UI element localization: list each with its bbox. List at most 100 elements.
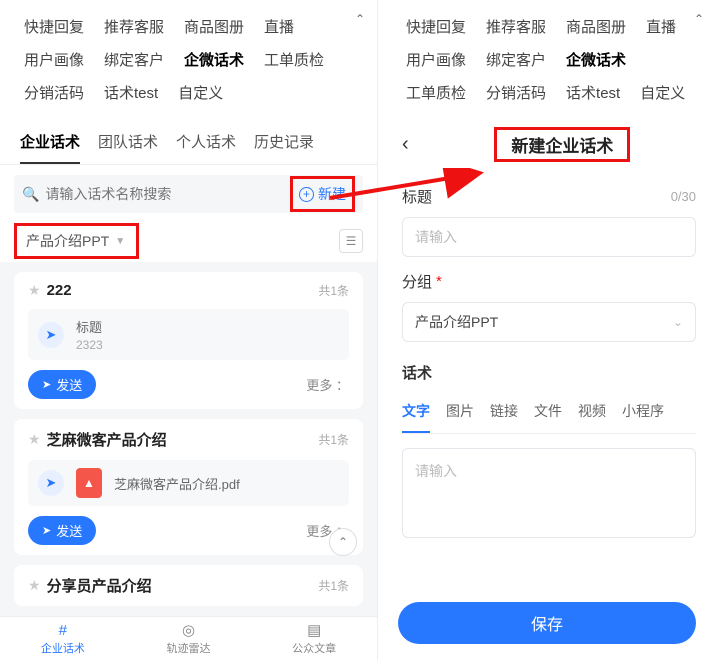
attachment-title: 芝麻微客产品介绍.pdf — [114, 474, 240, 493]
card-count: 共1条 — [318, 282, 349, 299]
highlight-new-button: + 新建 — [290, 176, 355, 212]
topnav-product-pics[interactable]: 商品图册 — [174, 10, 254, 43]
script-tab-image[interactable]: 图片 — [446, 395, 474, 433]
topnav-recommend[interactable]: 推荐客服 — [94, 10, 174, 43]
search-row: 🔍 + 新建 — [14, 175, 363, 213]
topnav-script-test[interactable]: 话术test — [94, 76, 168, 109]
attachment-sub: 2323 — [76, 338, 103, 352]
pdf-icon: ▲ — [76, 468, 102, 498]
topnav-custom[interactable]: 自定义 — [630, 76, 695, 109]
search-input[interactable] — [45, 186, 290, 202]
card-title: 芝麻微客产品介绍 — [47, 429, 319, 450]
save-button[interactable]: 保存 — [398, 602, 696, 644]
send-button[interactable]: ➤ 发送 — [28, 516, 96, 545]
topnav-script-test[interactable]: 话术test — [556, 76, 630, 109]
form-title: 新建企业话术 — [505, 134, 619, 159]
send-plane-icon: ➤ — [42, 378, 51, 391]
collapse-icon[interactable]: ⌃ — [355, 12, 365, 26]
highlight-form-title: 新建企业话术 — [494, 127, 630, 162]
bottom-track-radar[interactable]: ◎ 轨迹雷达 — [126, 617, 252, 660]
star-icon[interactable]: ★ — [28, 431, 41, 448]
topnav-distribution-code[interactable]: 分销活码 — [14, 76, 94, 109]
topnav-right: ⌃ 快捷回复 推荐客服 商品图册 直播 用户画像 绑定客户 企微话术 工单质检 … — [382, 0, 716, 113]
script-label: 话术 — [402, 362, 432, 383]
script-card: ★ 222 共1条 ➤ 标题 2323 ➤ 发送 更多 ： — [14, 272, 363, 409]
group-label: 分组 — [402, 271, 432, 292]
send-label: 发送 — [56, 375, 82, 394]
bottom-label: 轨迹雷达 — [167, 640, 211, 656]
title-counter: 0/30 — [671, 189, 696, 204]
form-header: ‹ 新建企业话术 — [382, 113, 716, 172]
send-plane-icon: ➤ — [38, 470, 64, 496]
script-tab-file[interactable]: 文件 — [534, 395, 562, 433]
topnav-live[interactable]: 直播 — [636, 10, 686, 43]
topnav-bind-customer[interactable]: 绑定客户 — [94, 43, 174, 76]
topnav-qiwei-script[interactable]: 企微话术 — [556, 43, 636, 76]
topnav-quick-reply[interactable]: 快捷回复 — [396, 10, 476, 43]
back-button[interactable]: ‹ — [402, 133, 429, 156]
attachment-title: 标题 — [76, 317, 103, 336]
script-content-input[interactable]: 请输入 — [402, 448, 696, 538]
title-label-row: 标题 0/30 — [402, 186, 696, 207]
title-label: 标题 — [402, 186, 432, 207]
new-button[interactable]: + 新建 — [295, 181, 350, 207]
new-button-label: 新建 — [318, 184, 346, 204]
star-icon[interactable]: ★ — [28, 282, 41, 299]
script-tab-link[interactable]: 链接 — [490, 395, 518, 433]
search-icon: 🔍 — [22, 186, 39, 203]
bottom-label: 公众文章 — [292, 640, 336, 656]
attachment[interactable]: ➤ ▲ 芝麻微客产品介绍.pdf — [28, 460, 349, 506]
send-button[interactable]: ➤ 发送 — [28, 370, 96, 399]
topnav-live[interactable]: 直播 — [254, 10, 304, 43]
title-placeholder: 请输入 — [415, 227, 457, 247]
chevron-down-icon: ▼ — [115, 236, 125, 247]
script-tab-video[interactable]: 视频 — [578, 395, 606, 433]
bottom-enterprise-script[interactable]: # 企业话术 — [0, 617, 126, 660]
topnav-user-portrait[interactable]: 用户画像 — [396, 43, 476, 76]
send-plane-icon: ➤ — [42, 524, 51, 537]
list-view-toggle[interactable]: ☰ — [339, 229, 363, 253]
topnav-ticket-qc[interactable]: 工单质检 — [396, 76, 476, 109]
save-label: 保存 — [531, 611, 563, 635]
subtab-team[interactable]: 团队话术 — [98, 123, 158, 164]
topnav-left: ⌃ 快捷回复 推荐客服 商品图册 直播 用户画像 绑定客户 企微话术 工单质检 … — [0, 0, 377, 113]
group-label-row: 分组 * — [402, 271, 696, 292]
title-input[interactable]: 请输入 — [402, 217, 696, 257]
topnav-ticket-qc[interactable]: 工单质检 — [254, 43, 334, 76]
card-title: 222 — [47, 282, 319, 299]
star-icon[interactable]: ★ — [28, 577, 41, 594]
topnav-product-pics[interactable]: 商品图册 — [556, 10, 636, 43]
send-label: 发送 — [56, 521, 82, 540]
required-asterisk: * — [436, 273, 442, 290]
subtab-enterprise[interactable]: 企业话术 — [20, 123, 80, 164]
send-plane-icon: ➤ — [38, 322, 64, 348]
group-select[interactable]: 产品介绍PPT ⌄ — [402, 302, 696, 342]
more-button[interactable]: 更多 ： — [306, 375, 349, 394]
topnav-distribution-code[interactable]: 分销活码 — [476, 76, 556, 109]
bottom-public-article[interactable]: ▤ 公众文章 — [251, 617, 377, 660]
subtab-history[interactable]: 历史记录 — [254, 123, 314, 164]
scroll-top-button[interactable]: ⌃ — [329, 528, 357, 556]
topnav-user-portrait[interactable]: 用户画像 — [14, 43, 94, 76]
attachment[interactable]: ➤ 标题 2323 — [28, 309, 349, 360]
subtab-personal[interactable]: 个人话术 — [176, 123, 236, 164]
script-tab-miniapp[interactable]: 小程序 — [622, 395, 664, 433]
target-icon: ◎ — [182, 621, 195, 639]
panel-right: ⌃ 快捷回复 推荐客服 商品图册 直播 用户画像 绑定客户 企微话术 工单质检 … — [378, 0, 716, 660]
topnav-custom[interactable]: 自定义 — [168, 76, 233, 109]
card-title: 分享员产品介绍 — [47, 575, 319, 596]
topnav-recommend[interactable]: 推荐客服 — [476, 10, 556, 43]
chevron-down-icon: ⌄ — [673, 315, 683, 329]
topnav-quick-reply[interactable]: 快捷回复 — [14, 10, 94, 43]
collapse-icon[interactable]: ⌃ — [694, 12, 704, 26]
card-count: 共1条 — [318, 431, 349, 448]
script-tab-text[interactable]: 文字 — [402, 395, 430, 433]
form: 标题 0/30 请输入 分组 * 产品介绍PPT ⌄ 话术 文字 图片 链接 文… — [382, 186, 716, 538]
topnav-bind-customer[interactable]: 绑定客户 — [476, 43, 556, 76]
topnav-qiwei-script[interactable]: 企微话术 — [174, 43, 254, 76]
script-type-tabs: 文字 图片 链接 文件 视频 小程序 — [402, 395, 696, 434]
group-filter[interactable]: 产品介绍PPT ▼ — [18, 227, 133, 255]
script-card: ★ 分享员产品介绍 共1条 — [14, 565, 363, 606]
plus-icon: + — [299, 187, 314, 202]
hash-icon: # — [59, 622, 67, 639]
